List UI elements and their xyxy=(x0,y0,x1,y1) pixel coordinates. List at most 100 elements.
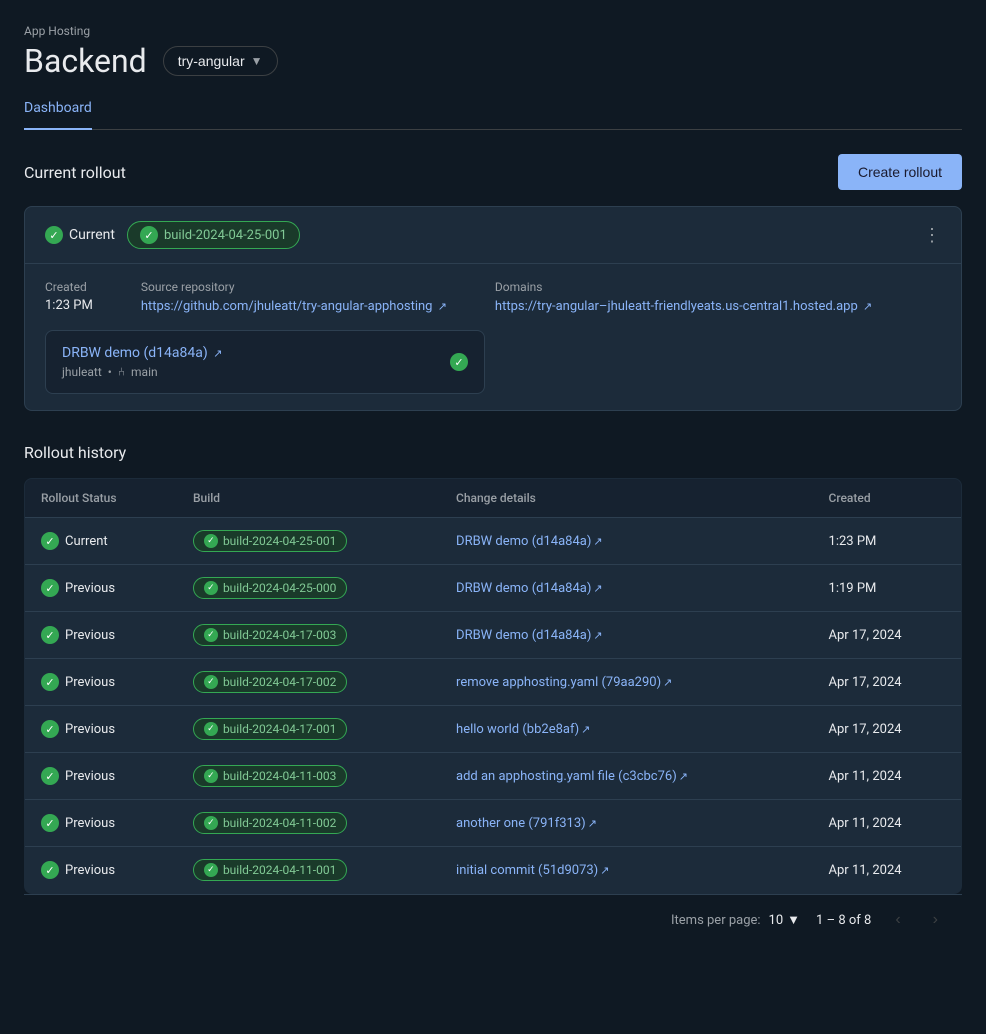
row-status-cell: ✓ Previous xyxy=(41,767,161,785)
commit-meta: jhuleatt • ⑃ main xyxy=(62,365,222,379)
row-ext-icon: ↗ xyxy=(593,629,602,642)
card-body: Created 1:23 PM Source repository https:… xyxy=(25,264,961,410)
row-change-link[interactable]: DRBW demo (d14a84a)↗ xyxy=(456,581,603,596)
next-page-button[interactable]: › xyxy=(925,907,946,933)
col-header-status: Rollout Status xyxy=(25,479,177,518)
row-build-badge: ✓ build-2024-04-17-001 xyxy=(193,718,347,740)
prev-page-button[interactable]: ‹ xyxy=(887,907,908,933)
row-status-icon: ✓ xyxy=(41,814,59,832)
per-page-select[interactable]: 10 ▼ xyxy=(769,912,801,928)
rollout-history-title: Rollout history xyxy=(24,443,962,462)
current-rollout-title: Current rollout xyxy=(24,163,126,182)
table-row: ✓ Previous ✓ build-2024-04-11-002 anothe… xyxy=(25,800,962,847)
row-build-icon: ✓ xyxy=(204,863,218,877)
row-change-link[interactable]: remove apphosting.yaml (79aa290)↗ xyxy=(456,675,672,690)
commit-link[interactable]: DRBW demo (d14a84a) ↗ xyxy=(62,345,222,361)
row-build-badge: ✓ build-2024-04-11-003 xyxy=(193,765,347,787)
row-status-cell: ✓ Current xyxy=(41,532,161,550)
row-ext-icon: ↗ xyxy=(581,723,590,736)
row-build-badge: ✓ build-2024-04-11-002 xyxy=(193,812,347,834)
row-build-icon: ✓ xyxy=(204,722,218,736)
row-ext-icon: ↗ xyxy=(679,770,688,783)
row-status-label: Previous xyxy=(65,769,115,784)
tab-dashboard[interactable]: Dashboard xyxy=(24,88,92,130)
external-link-icon: ↗ xyxy=(438,300,447,313)
current-rollout-card: ✓ Current ✓ build-2024-04-25-001 ⋮ Creat… xyxy=(24,206,962,411)
row-change-link[interactable]: DRBW demo (d14a84a)↗ xyxy=(456,628,603,643)
more-options-button[interactable]: ⋮ xyxy=(923,225,941,246)
current-build-id: build-2024-04-25-001 xyxy=(164,228,287,243)
row-ext-icon: ↗ xyxy=(588,817,597,830)
branch-selector-label: try-angular xyxy=(178,53,245,69)
table-row: ✓ Previous ✓ build-2024-04-25-000 DRBW d… xyxy=(25,565,962,612)
row-status-icon: ✓ xyxy=(41,720,59,738)
row-build-id: build-2024-04-17-003 xyxy=(223,628,336,642)
card-meta-row: Created 1:23 PM Source repository https:… xyxy=(45,280,941,314)
row-status-icon: ✓ xyxy=(41,767,59,785)
row-created: 1:23 PM xyxy=(813,518,962,565)
row-status-label: Previous xyxy=(65,816,115,831)
row-ext-icon: ↗ xyxy=(593,535,602,548)
row-status-icon: ✓ xyxy=(41,532,59,550)
row-build-id: build-2024-04-25-000 xyxy=(223,581,336,595)
app-hosting-label: App Hosting xyxy=(24,24,962,38)
table-row: ✓ Previous ✓ build-2024-04-17-002 remove… xyxy=(25,659,962,706)
row-change-link[interactable]: hello world (bb2e8af)↗ xyxy=(456,722,590,737)
row-build-badge: ✓ build-2024-04-25-001 xyxy=(193,530,347,552)
row-status-label: Previous xyxy=(65,722,115,737)
domains-link[interactable]: https://try-angular–jhuleatt-friendlyeat… xyxy=(495,299,872,314)
row-status-label: Current xyxy=(65,534,108,549)
branch-selector[interactable]: try-angular ▼ xyxy=(163,46,278,76)
row-build-id: build-2024-04-11-001 xyxy=(223,863,336,877)
source-repo-link[interactable]: https://github.com/jhuleatt/try-angular-… xyxy=(141,299,447,314)
green-check-icon: ✓ xyxy=(45,226,63,244)
row-ext-icon: ↗ xyxy=(593,582,602,595)
commit-status-icon: ✓ xyxy=(450,353,468,371)
commit-branch: main xyxy=(131,365,158,379)
created-meta: Created 1:23 PM xyxy=(45,280,93,314)
row-status-icon: ✓ xyxy=(41,673,59,691)
table-row: ✓ Current ✓ build-2024-04-25-001 DRBW de… xyxy=(25,518,962,565)
row-status-icon: ✓ xyxy=(41,861,59,879)
per-page-value: 10 xyxy=(769,913,784,928)
row-created: Apr 17, 2024 xyxy=(813,706,962,753)
row-change-link[interactable]: another one (791f313)↗ xyxy=(456,816,597,831)
create-rollout-button[interactable]: Create rollout xyxy=(838,154,962,190)
table-row: ✓ Previous ✓ build-2024-04-11-001 initia… xyxy=(25,847,962,894)
row-status-cell: ✓ Previous xyxy=(41,579,161,597)
row-status-cell: ✓ Previous xyxy=(41,814,161,832)
current-build-badge: ✓ build-2024-04-25-001 xyxy=(127,221,300,249)
row-build-badge: ✓ build-2024-04-17-002 xyxy=(193,671,347,693)
domains-url: https://try-angular–jhuleatt-friendlyeat… xyxy=(495,299,858,314)
row-build-icon: ✓ xyxy=(204,534,218,548)
row-build-badge: ✓ build-2024-04-11-001 xyxy=(193,859,347,881)
row-build-icon: ✓ xyxy=(204,628,218,642)
col-header-created: Created xyxy=(813,479,962,518)
row-build-badge: ✓ build-2024-04-17-003 xyxy=(193,624,347,646)
card-top-bar: ✓ Current ✓ build-2024-04-25-001 ⋮ xyxy=(25,207,961,264)
row-created: Apr 11, 2024 xyxy=(813,753,962,800)
build-check-icon: ✓ xyxy=(140,226,158,244)
row-created: Apr 17, 2024 xyxy=(813,659,962,706)
source-repo-meta: Source repository https://github.com/jhu… xyxy=(141,280,447,314)
row-created: 1:19 PM xyxy=(813,565,962,612)
pagination-row: Items per page: 10 ▼ 1 – 8 of 8 ‹ › xyxy=(24,894,962,945)
row-build-icon: ✓ xyxy=(204,769,218,783)
chevron-down-icon: ▼ xyxy=(251,54,263,68)
row-build-icon: ✓ xyxy=(204,675,218,689)
col-header-change: Change details xyxy=(440,479,813,518)
current-rollout-header: Current rollout Create rollout xyxy=(24,154,962,190)
row-created: Apr 11, 2024 xyxy=(813,800,962,847)
row-change-link[interactable]: add an apphosting.yaml file (c3cbc76)↗ xyxy=(456,769,688,784)
row-change-link[interactable]: DRBW demo (d14a84a)↗ xyxy=(456,534,603,549)
row-build-icon: ✓ xyxy=(204,816,218,830)
domains-label: Domains xyxy=(495,280,872,294)
row-build-id: build-2024-04-11-002 xyxy=(223,816,336,830)
table-row: ✓ Previous ✓ build-2024-04-11-003 add an… xyxy=(25,753,962,800)
col-header-build: Build xyxy=(177,479,440,518)
items-per-page: Items per page: 10 ▼ xyxy=(671,912,800,928)
page-info: 1 – 8 of 8 xyxy=(816,913,871,928)
external-link-icon-3: ↗ xyxy=(213,347,222,360)
row-change-link[interactable]: initial commit (51d9073)↗ xyxy=(456,863,609,878)
commit-user: jhuleatt xyxy=(62,365,102,379)
